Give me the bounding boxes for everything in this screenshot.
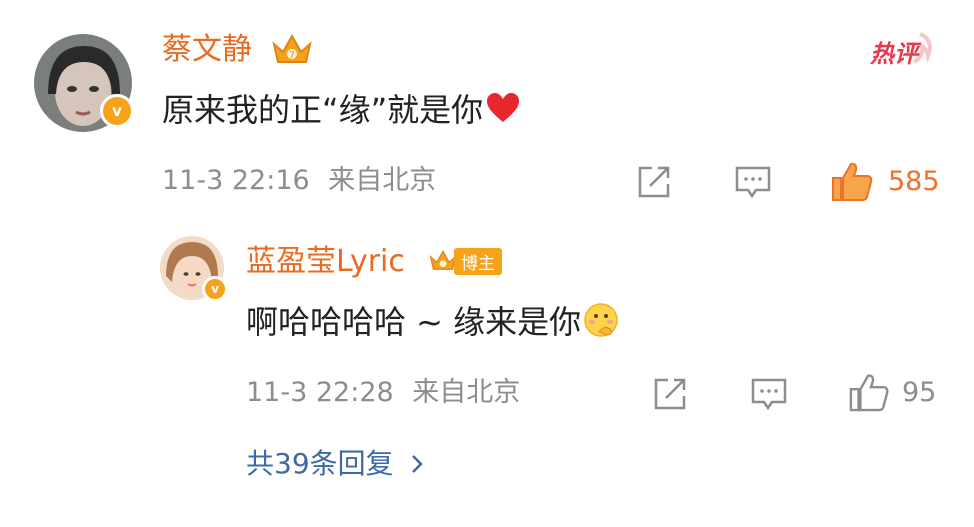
reply-like-button[interactable]: 95 — [848, 372, 936, 412]
share-icon[interactable] — [636, 164, 672, 200]
reply-verified-icon: v — [202, 276, 228, 302]
comment-text-row: 原来我的正“缘”就是你 — [162, 86, 521, 130]
thinking-emoji — [584, 303, 618, 337]
svg-text:7: 7 — [289, 51, 295, 61]
reply-meta: 11-3 22:28 来自北京 — [246, 375, 520, 411]
comment-text: 原来我的正“缘”就是你 — [162, 91, 484, 129]
reply-location: 来自北京 — [412, 377, 521, 408]
reply-avatar[interactable]: v — [160, 236, 228, 302]
reply-comment-icon[interactable] — [750, 376, 788, 412]
more-replies-label: 共39条回复 — [246, 447, 394, 480]
reply-share-icon[interactable] — [652, 376, 688, 412]
reply-text: 啊哈哈哈哈 ~ 缘来是你 — [246, 303, 582, 341]
comment-author-name[interactable]: 蔡文静 — [162, 30, 252, 70]
like-icon — [832, 162, 873, 201]
hot-comment-badge: 热评 — [868, 30, 938, 70]
reply-like-count: 95 — [902, 376, 937, 408]
reply-author-name[interactable]: 蓝盈莹Lyric — [246, 242, 405, 282]
reply-text-row: 啊哈哈哈哈 ~ 缘来是你 — [246, 298, 619, 342]
reply-time: 11-3 22:28 — [246, 377, 394, 408]
like-count: 585 — [888, 165, 940, 197]
like-button[interactable]: 585 — [830, 160, 940, 202]
hot-badge-label: 热评 — [870, 40, 918, 68]
more-replies-link[interactable]: 共39条回复 — [246, 445, 428, 483]
avatar[interactable]: v — [34, 34, 134, 132]
comment-icon[interactable] — [734, 164, 772, 200]
comment-time: 11-3 22:16 — [162, 165, 310, 196]
chevron-right-icon — [411, 455, 423, 473]
blogger-badge: 博主 — [428, 246, 502, 276]
comment-meta: 11-3 22:16 来自北京 — [162, 163, 436, 199]
crown-icon: 7 — [270, 30, 314, 70]
comment-location: 来自北京 — [328, 165, 437, 196]
reply-like-icon — [849, 374, 889, 412]
heart-emoji — [487, 93, 520, 122]
blogger-badge-label: 博主 — [454, 247, 502, 275]
verified-icon: v — [100, 94, 134, 128]
